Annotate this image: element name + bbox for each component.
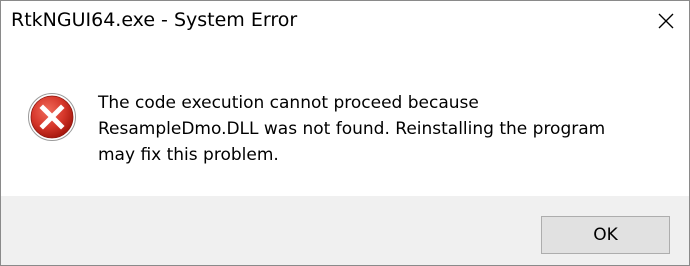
- system-error-dialog: RtkNGUI64.exe - System Error The code ex…: [0, 0, 690, 266]
- message-line: may fix this problem.: [98, 145, 279, 165]
- error-icon: [28, 93, 76, 141]
- dialog-body: The code execution cannot proceed becaus…: [1, 47, 689, 196]
- dialog-footer: OK: [1, 196, 689, 265]
- message-line: ResampleDmo.DLL was not found. Reinstall…: [98, 119, 606, 139]
- message-line: The code execution cannot proceed becaus…: [98, 93, 479, 113]
- window-title: RtkNGUI64.exe - System Error: [11, 9, 298, 31]
- close-icon: [658, 13, 674, 29]
- close-button[interactable]: [643, 1, 689, 41]
- error-message: The code execution cannot proceed becaus…: [98, 90, 668, 168]
- title-bar[interactable]: RtkNGUI64.exe - System Error: [1, 1, 689, 47]
- ok-button[interactable]: OK: [541, 216, 670, 254]
